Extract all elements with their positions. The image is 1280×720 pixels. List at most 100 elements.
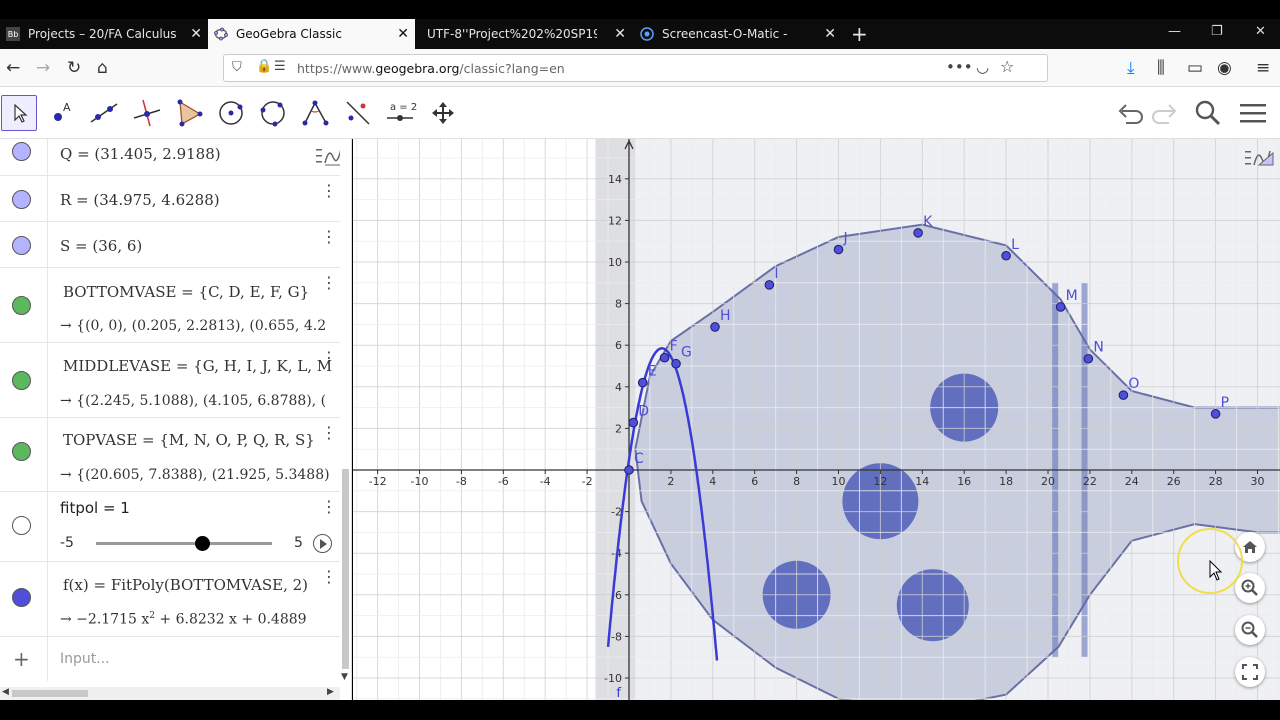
algebra-row-r[interactable]: R = (34.975, 4.6288) ⋮ — [0, 176, 340, 222]
algebra-r[interactable]: R = (34.975, 4.6288) — [60, 191, 220, 209]
sidebar-icon[interactable]: ▭ — [1187, 58, 1203, 78]
move-graphics-tool[interactable] — [425, 95, 461, 131]
vertical-scrollbar-thumb[interactable] — [342, 469, 349, 669]
list-dot[interactable] — [12, 296, 31, 315]
circle-through-points-tool[interactable] — [255, 95, 291, 131]
scroll-down-icon[interactable]: ▼ — [341, 672, 348, 682]
visibility-toggle[interactable] — [0, 222, 48, 267]
graph-canvas[interactable]: -12 -10 -8 -6 -4 -2 2 4 6 8 10 12 14 16 18 20 22 24 26 28 30… — [353, 139, 1280, 700]
algebra-row-fitpol[interactable]: fitpol = 1 -5 5 ⋮ — [0, 492, 340, 562]
point-D[interactable] — [628, 417, 639, 428]
menu-icon[interactable]: ≡ — [1256, 58, 1270, 78]
point-C[interactable] — [624, 465, 634, 475]
algebra-middlevase[interactable]: MIDDLEVASE = {G, H, I, J, K, L, M, N} — [63, 357, 333, 375]
algebra-row-s[interactable]: S = (36, 6) ⋮ — [0, 222, 340, 268]
horizontal-scrollbar[interactable]: ◀ ▶ — [0, 687, 340, 700]
more-options-icon[interactable]: ⋮ — [321, 350, 337, 366]
algebra-input-row[interactable]: + Input... — [0, 637, 340, 681]
algebra-row-f[interactable]: f(x) = FitPoly(BOTTOMVASE, 2) → −2.1715 … — [0, 562, 340, 637]
more-options-icon[interactable]: ⋮ — [321, 425, 337, 441]
minimize-icon[interactable]: — — [1168, 24, 1181, 39]
shield-icon[interactable]: ⛉ — [232, 60, 242, 75]
point-O[interactable] — [1118, 390, 1129, 400]
line-tool[interactable] — [86, 95, 122, 131]
horizontal-scrollbar-thumb[interactable] — [12, 690, 88, 697]
point-dot[interactable] — [12, 190, 31, 209]
input-bar[interactable]: Input... — [60, 651, 110, 667]
point-L[interactable] — [1001, 250, 1011, 261]
close-window-icon[interactable]: ✕ — [1255, 24, 1266, 39]
algebra-row-topvase[interactable]: TOPVASE = {M, N, O, P, Q, R, S} → {(20.6… — [0, 418, 340, 492]
more-options-icon[interactable]: ⋮ — [321, 229, 337, 245]
play-icon[interactable] — [313, 534, 332, 553]
algebra-bottomvase[interactable]: BOTTOMVASE = {C, D, E, F, G} — [63, 283, 309, 301]
visibility-toggle[interactable] — [0, 268, 48, 342]
fitpol-label[interactable]: fitpol = 1 — [60, 499, 130, 517]
pocket-icon[interactable]: ◡ — [976, 58, 989, 76]
algebra-row-middlevase[interactable]: MIDDLEVASE = {G, H, I, J, K, L, M, N} → … — [0, 343, 340, 418]
close-icon[interactable]: ✕ — [190, 26, 202, 42]
visibility-toggle[interactable] — [0, 562, 48, 636]
tab-projects[interactable]: Bb Projects – 20/FA Calculus II (MA ✕ — [0, 19, 208, 49]
restore-icon[interactable]: ❐ — [1211, 24, 1223, 39]
point-tool[interactable]: A — [43, 95, 79, 131]
polygon-tool[interactable] — [171, 95, 207, 131]
algebra-q[interactable]: Q = (31.405, 2.9188) — [60, 145, 221, 163]
more-options-icon[interactable]: ⋮ — [321, 499, 337, 515]
point-K[interactable] — [913, 228, 923, 238]
download-icon[interactable]: ⤓ — [1127, 58, 1135, 78]
point-J[interactable] — [833, 244, 844, 255]
close-icon[interactable]: ✕ — [397, 26, 409, 42]
point-dot[interactable] — [12, 142, 31, 161]
fullscreen-button[interactable] — [1235, 657, 1265, 687]
forward-icon[interactable]: → — [36, 58, 50, 78]
visibility-toggle[interactable] — [0, 139, 48, 175]
new-tab-button[interactable]: + — [848, 19, 872, 49]
point-N[interactable] — [1083, 353, 1094, 364]
angle-tool[interactable] — [297, 95, 333, 131]
redo-icon[interactable] — [1147, 95, 1183, 131]
algebra-f[interactable]: f(x) = FitPoly(BOTTOMVASE, 2) — [63, 576, 308, 594]
visibility-toggle[interactable] — [0, 176, 48, 221]
scroll-right-icon[interactable]: ▶ — [327, 687, 334, 697]
point-M[interactable] — [1055, 302, 1066, 312]
close-icon[interactable]: ✕ — [824, 26, 836, 42]
library-icon[interactable]: ⫼ — [1157, 58, 1165, 78]
bookmark-star-icon[interactable]: ☆ — [1000, 57, 1014, 76]
slider-dot[interactable] — [12, 516, 31, 535]
point-dot[interactable] — [12, 236, 31, 255]
visibility-toggle[interactable] — [0, 492, 48, 561]
algebra-row-bottomvase[interactable]: BOTTOMVASE = {C, D, E, F, G} → {(0, 0), … — [0, 268, 340, 343]
zoom-in-button[interactable] — [1235, 573, 1265, 603]
vertical-scrollbar[interactable]: ▼ — [340, 139, 351, 687]
back-icon[interactable]: ← — [6, 58, 20, 78]
point-I[interactable] — [764, 280, 775, 290]
more-options-icon[interactable]: ⋮ — [321, 183, 337, 199]
algebra-s[interactable]: S = (36, 6) — [60, 237, 142, 255]
permissions-icon[interactable]: ☰ — [274, 59, 286, 74]
function-dot[interactable] — [12, 588, 31, 607]
slider-tool[interactable]: a = 2 — [382, 95, 418, 131]
tab-docx[interactable]: UTF-8''Project%202%20SP19.docx ✕ — [421, 19, 632, 49]
algebra-topvase[interactable]: TOPVASE = {M, N, O, P, Q, R, S} — [63, 431, 315, 449]
account-icon[interactable]: ◉ — [1217, 58, 1232, 78]
point-H[interactable] — [710, 322, 720, 332]
visibility-toggle[interactable] — [0, 343, 48, 417]
url-bar[interactable]: ⛉ 🔒 ☰ https://www.geogebra.org/classic?l… — [223, 54, 1048, 82]
reflect-tool[interactable] — [340, 95, 376, 131]
close-icon[interactable]: ✕ — [614, 26, 626, 42]
point-G[interactable] — [671, 358, 681, 369]
point-F[interactable] — [659, 352, 670, 363]
more-options-icon[interactable]: ⋮ — [321, 275, 337, 291]
reload-icon[interactable]: ↻ — [67, 58, 81, 78]
scroll-left-icon[interactable]: ◀ — [2, 687, 9, 697]
visibility-toggle[interactable] — [0, 418, 48, 491]
graphics-style-bar-icon[interactable] — [1245, 145, 1277, 173]
page-actions-icon[interactable]: ••• — [946, 58, 973, 76]
list-dot[interactable] — [12, 442, 31, 461]
list-dot[interactable] — [12, 371, 31, 390]
search-icon[interactable] — [1190, 95, 1226, 131]
circle-tool[interactable] — [213, 95, 249, 131]
move-tool[interactable] — [1, 95, 37, 131]
graphics-view[interactable]: -12 -10 -8 -6 -4 -2 2 4 6 8 10 12 14 16 18 20 22 24 26 28 30… — [353, 139, 1280, 700]
